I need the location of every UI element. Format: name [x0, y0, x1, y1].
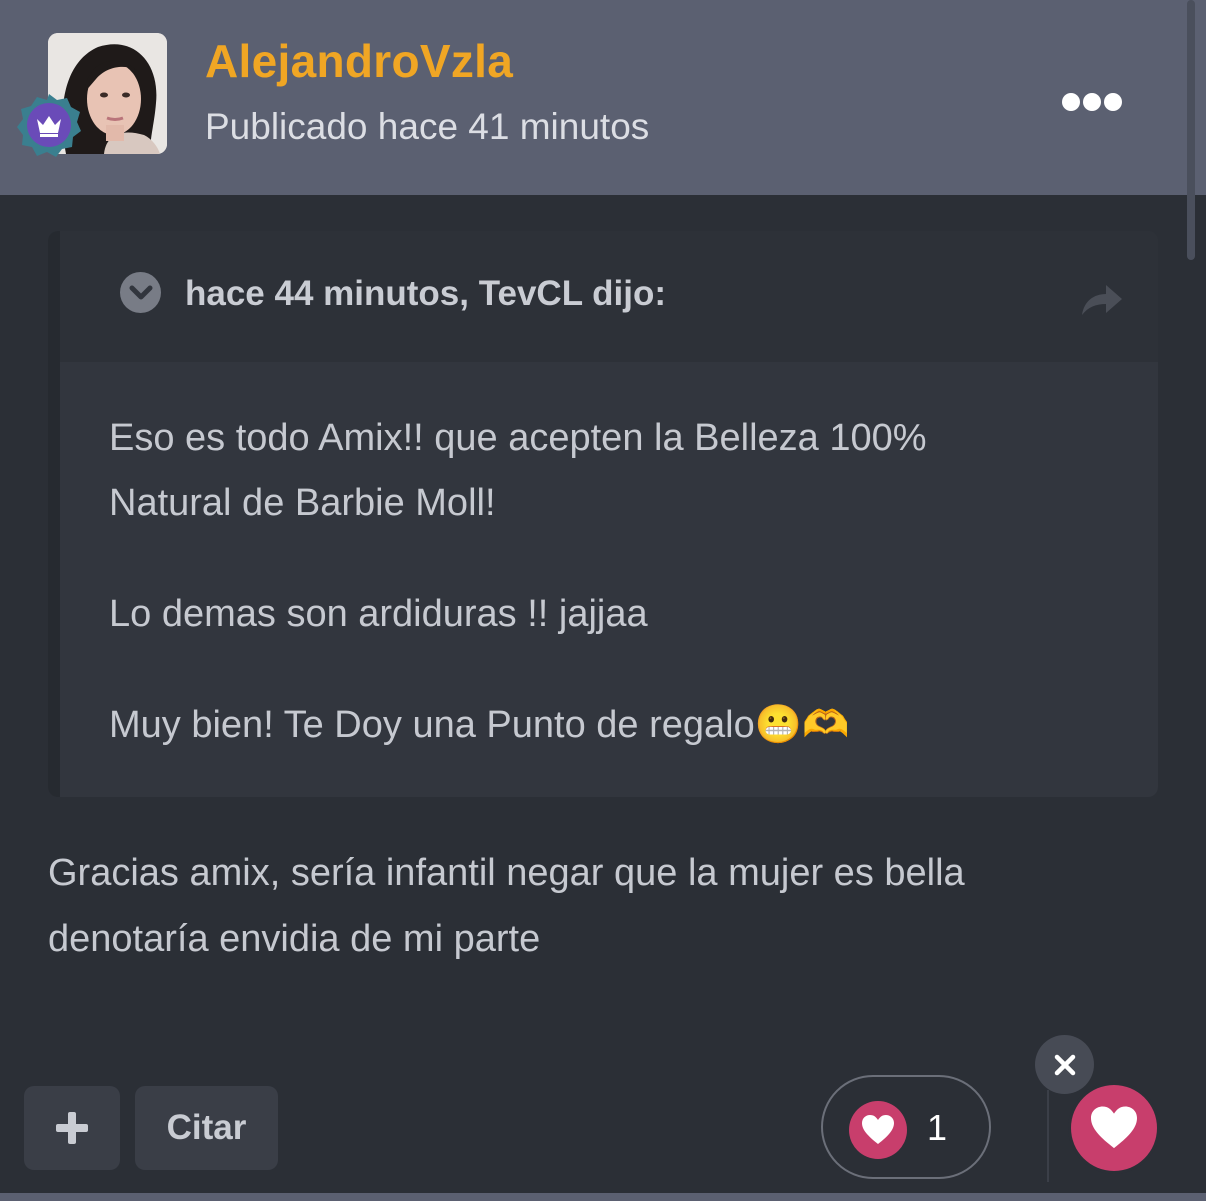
heart-reaction-icon [849, 1101, 907, 1159]
dot-icon [1104, 93, 1122, 111]
author-name-link[interactable]: AlejandroVzla [205, 34, 513, 88]
quote-text-line: Eso es todo Amix!! que acepten la Bellez… [109, 417, 927, 459]
dot-icon [1083, 93, 1101, 111]
quote-border [48, 231, 60, 797]
plus-icon [56, 1112, 88, 1144]
go-to-quote-arrow-icon[interactable] [1080, 279, 1124, 319]
scrollbar[interactable] [1187, 0, 1195, 260]
author-avatar-wrap[interactable] [17, 33, 167, 157]
collapse-chevron-icon[interactable] [120, 272, 161, 313]
rank-badge-icon [16, 92, 82, 158]
post-content: Gracias amix, sería infantil negar que l… [48, 840, 1158, 972]
more-options-button[interactable] [1062, 93, 1122, 113]
heart-icon [1091, 1106, 1137, 1149]
like-button[interactable] [1071, 1085, 1157, 1171]
quote-content: Eso es todo Amix!! que acepten la Bellez… [109, 406, 1109, 758]
multiquote-add-button[interactable] [24, 1086, 120, 1170]
post-timestamp: Publicado hace 41 minutos [205, 106, 650, 147]
quote-attribution: hace 44 minutos, TevCL dijo: [185, 274, 667, 313]
post-text-line: denotaría envidia de mi parte [48, 918, 541, 960]
quote-block: hace 44 minutos, TevCL dijo: Eso es todo… [48, 231, 1158, 797]
divider [1047, 1090, 1049, 1182]
post-header: AlejandroVzla Publicado hace 41 minutos [0, 0, 1206, 195]
quote-text-line: Natural de Barbie Moll! [109, 482, 496, 524]
dot-icon [1062, 93, 1080, 111]
close-icon [1054, 1054, 1075, 1075]
post-text-line: Gracias amix, sería infantil negar que l… [48, 852, 965, 894]
quote-header: hace 44 minutos, TevCL dijo: [60, 231, 1158, 362]
quote-text-line: Muy bien! Te Doy una Punto de regalo😬🫶 [109, 704, 850, 746]
quote-button[interactable]: Citar [135, 1086, 278, 1170]
reactions-summary[interactable]: 1 [821, 1075, 991, 1179]
next-post-edge [0, 1193, 1206, 1201]
reaction-count: 1 [927, 1107, 948, 1148]
quote-text-line: Lo demas son ardiduras !! jajjaa [109, 593, 648, 635]
close-reaction-button[interactable] [1035, 1035, 1094, 1094]
